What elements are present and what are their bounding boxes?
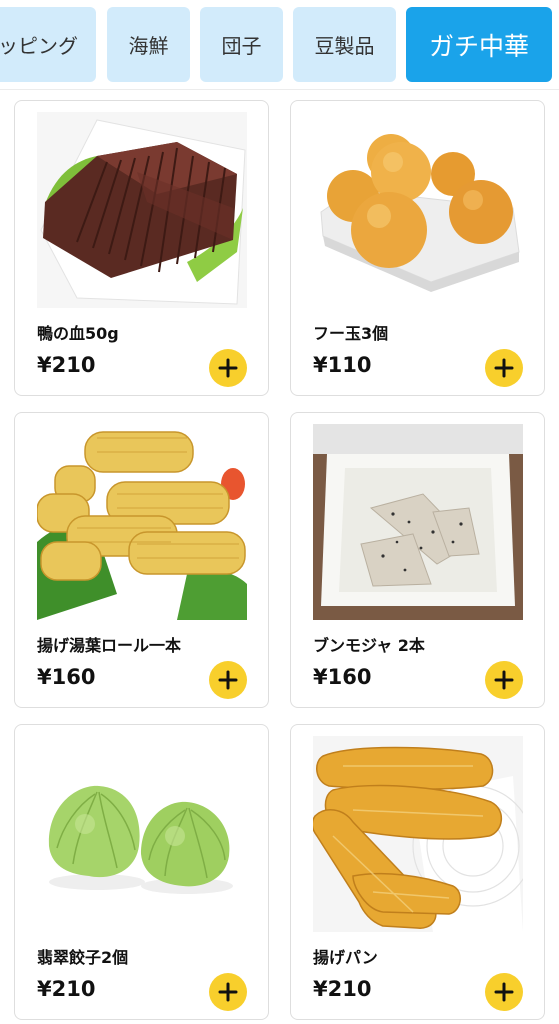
product-price: ¥160 — [313, 665, 372, 689]
tab-gachi-chuka[interactable]: ガチ中華 — [406, 7, 552, 82]
tab-seafood[interactable]: 海鮮 — [107, 7, 190, 82]
product-name: フー玉3個 — [313, 324, 389, 343]
product-price: ¥210 — [313, 977, 372, 1001]
konjac-slices-photo — [313, 424, 523, 620]
product-name: 揚げ湯葉ロール一本 — [37, 636, 182, 655]
plus-icon — [494, 670, 514, 690]
duck-blood-photo — [37, 112, 247, 308]
product-name: 翡翠餃子2個 — [37, 948, 129, 967]
add-to-cart-button[interactable] — [485, 973, 523, 1011]
plus-icon — [218, 982, 238, 1002]
product-card[interactable]: 揚げパン ¥210 — [290, 724, 545, 1020]
plus-icon — [218, 670, 238, 690]
tab-tofu-products[interactable]: 豆製品 — [293, 7, 396, 82]
fried-dough-sticks-photo — [313, 736, 523, 932]
product-grid: 鴨の血50g ¥210 フー玉3個 ¥110 揚げ湯葉ロール一本 ¥160 ブン… — [0, 90, 559, 1024]
plus-icon — [494, 982, 514, 1002]
jade-dumplings-photo — [37, 736, 247, 932]
add-to-cart-button[interactable] — [209, 349, 247, 387]
plus-icon — [494, 358, 514, 378]
product-card[interactable]: ブンモジャ 2本 ¥160 — [290, 412, 545, 708]
product-price: ¥110 — [313, 353, 372, 377]
product-card[interactable]: 揚げ湯葉ロール一本 ¥160 — [14, 412, 269, 708]
fried-yuba-roll-photo — [37, 424, 247, 620]
app: トッピング 海鮮 団子 豆製品 ガチ中華 — [0, 0, 559, 1024]
add-to-cart-button[interactable] — [209, 973, 247, 1011]
add-to-cart-button[interactable] — [485, 661, 523, 699]
tab-dango[interactable]: 団子 — [200, 7, 283, 82]
product-price: ¥210 — [37, 353, 96, 377]
plus-icon — [218, 358, 238, 378]
product-name: ブンモジャ 2本 — [313, 636, 425, 655]
product-name: 揚げパン — [313, 948, 378, 967]
add-to-cart-button[interactable] — [485, 349, 523, 387]
product-card[interactable]: 翡翠餃子2個 ¥210 — [14, 724, 269, 1020]
product-card[interactable]: フー玉3個 ¥110 — [290, 100, 545, 396]
add-to-cart-button[interactable] — [209, 661, 247, 699]
category-tab-bar: トッピング 海鮮 団子 豆製品 ガチ中華 — [0, 0, 559, 90]
tab-topping[interactable]: トッピング — [0, 7, 96, 82]
fried-balls-photo — [313, 112, 523, 308]
product-name: 鴨の血50g — [37, 324, 119, 343]
product-price: ¥210 — [37, 977, 96, 1001]
product-price: ¥160 — [37, 665, 96, 689]
product-card[interactable]: 鴨の血50g ¥210 — [14, 100, 269, 396]
